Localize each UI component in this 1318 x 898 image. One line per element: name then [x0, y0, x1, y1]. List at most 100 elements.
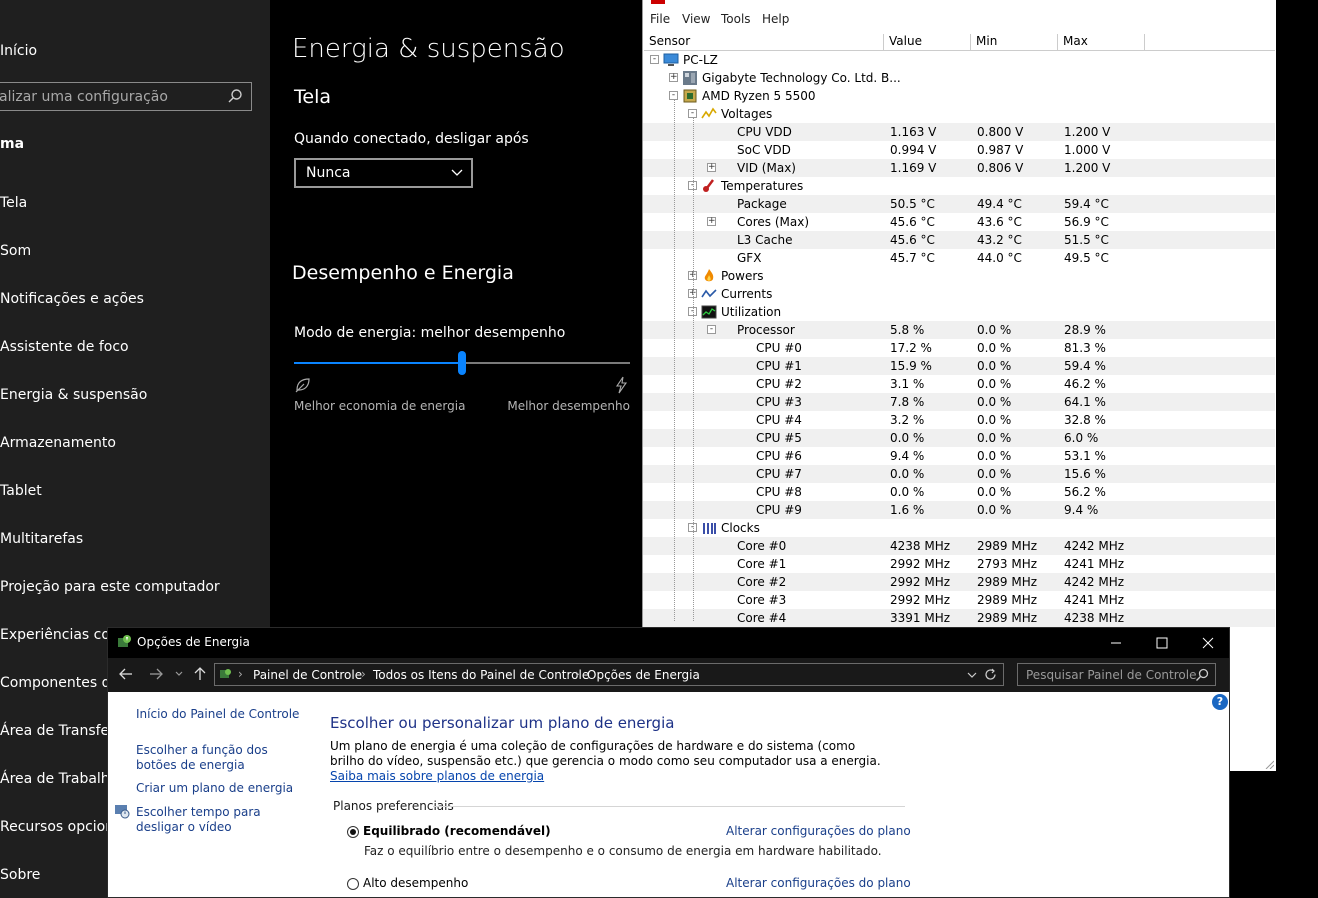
menu-help[interactable]: Help: [762, 12, 789, 26]
sensor-row-package[interactable]: Package 50.5 °C 49.4 °C 59.4 °C: [643, 195, 1275, 213]
control-panel-search-input[interactable]: Pesquisar Painel de Controle: [1017, 663, 1216, 686]
sidebar-item-assistente-foco[interactable]: Assistente de foco: [0, 339, 129, 355]
screen-off-dropdown[interactable]: Nunca: [294, 158, 473, 188]
address-dropdown-icon[interactable]: [967, 670, 977, 680]
sensor-row-processor[interactable]: - Processor 5.8 % 0.0 % 28.9 %: [643, 321, 1275, 339]
sensor-row-cpu-5[interactable]: CPU #5 0.0 % 0.0 % 6.0 %: [643, 429, 1275, 447]
sidebar-item-componentes[interactable]: Componentes do: [0, 675, 119, 691]
sensor-row-core-1[interactable]: Core #1 2992 MHz 2793 MHz 4241 MHz: [643, 555, 1275, 573]
expand-icon[interactable]: +: [707, 217, 716, 226]
sensor-row-core-3[interactable]: Core #3 2992 MHz 2989 MHz 4241 MHz: [643, 591, 1275, 609]
plan-high-performance-radio[interactable]: [347, 878, 359, 890]
sidebar-item-armazenamento[interactable]: Armazenamento: [0, 435, 116, 451]
sensor-row-clocks[interactable]: - Clocks: [643, 519, 1275, 537]
minimize-icon[interactable]: [1093, 628, 1139, 658]
refresh-icon[interactable]: [984, 668, 997, 681]
sidebar-item-energia[interactable]: Energia & suspensão: [0, 387, 147, 403]
search-icon[interactable]: [1195, 668, 1209, 682]
sensor-row-pc-lz[interactable]: - PC-LZ: [643, 51, 1275, 69]
performance-section-title: Desempenho e Energia: [292, 262, 514, 284]
menu-view[interactable]: View: [682, 12, 710, 26]
collapse-icon[interactable]: -: [650, 55, 659, 64]
plan-high-performance-name[interactable]: Alto desempenho: [363, 876, 468, 890]
link-create-plan[interactable]: Criar um plano de energia: [136, 781, 293, 796]
expand-icon[interactable]: +: [707, 163, 716, 172]
sensor-row-voltages[interactable]: - Voltages: [643, 105, 1275, 123]
plan-balanced-name[interactable]: Equilibrado (recomendável): [363, 824, 551, 838]
sidebar-item-som[interactable]: Som: [0, 243, 31, 259]
sensor-row-cpu-9[interactable]: CPU #9 1.6 % 0.0 % 9.4 %: [643, 501, 1275, 519]
settings-search-input[interactable]: alizar uma configuração: [0, 82, 252, 111]
forward-arrow-icon[interactable]: [148, 666, 164, 682]
sidebar-item-area-transferencia[interactable]: Área de Transferê: [0, 723, 123, 739]
column-header-value[interactable]: Value: [884, 34, 971, 50]
link-power-buttons[interactable]: Escolher a função dos botões de energia: [136, 743, 306, 773]
sidebar-item-multitarefas[interactable]: Multitarefas: [0, 531, 83, 547]
close-icon[interactable]: [1185, 628, 1230, 658]
sidebar-item-tela[interactable]: Tela: [0, 195, 27, 211]
sensor-row-gfx[interactable]: GFX 45.7 °C 44.0 °C 49.5 °C: [643, 249, 1275, 267]
sensor-row-cpu-4[interactable]: CPU #4 3.2 % 0.0 % 32.8 %: [643, 411, 1275, 429]
column-header-max[interactable]: Max: [1058, 34, 1145, 50]
sensor-row-cpu-3[interactable]: CPU #3 7.8 % 0.0 % 64.1 %: [643, 393, 1275, 411]
sensor-row-cpu-7[interactable]: CPU #7 0.0 % 0.0 % 15.6 %: [643, 465, 1275, 483]
breadcrumb-todos-itens[interactable]: Todos os Itens do Painel de Controle: [373, 668, 589, 682]
sensor-value: 45.6 °C: [890, 233, 935, 247]
resize-grip-icon[interactable]: [1264, 759, 1274, 769]
help-icon[interactable]: ?: [1212, 694, 1228, 710]
breadcrumb-opcoes-energia[interactable]: Opções de Energia: [587, 668, 700, 682]
expand-icon[interactable]: +: [669, 73, 678, 82]
plan-balanced-radio[interactable]: [347, 826, 359, 838]
search-icon[interactable]: [227, 88, 243, 104]
column-header-min[interactable]: Min: [971, 34, 1058, 50]
sensor-row-cpu-0[interactable]: CPU #0 17.2 % 0.0 % 81.3 %: [643, 339, 1275, 357]
sensor-row-currents[interactable]: + Currents: [643, 285, 1275, 303]
sensor-name: Core #3: [737, 593, 787, 607]
sidebar-home-link[interactable]: Início: [0, 43, 37, 59]
sensor-row-utilization[interactable]: - Utilization: [643, 303, 1275, 321]
sensor-row-l3-cache[interactable]: L3 Cache 45.6 °C 43.2 °C 51.5 °C: [643, 231, 1275, 249]
sensor-row-core-0[interactable]: Core #0 4238 MHz 2989 MHz 4242 MHz: [643, 537, 1275, 555]
sensor-row-powers[interactable]: + Powers: [643, 267, 1275, 285]
sensor-row-cpu-2[interactable]: CPU #2 3.1 % 0.0 % 46.2 %: [643, 375, 1275, 393]
sensor-row-temperatures[interactable]: - Temperatures: [643, 177, 1275, 195]
column-header-sensor[interactable]: Sensor: [644, 34, 884, 50]
menu-tools[interactable]: Tools: [721, 12, 751, 26]
up-arrow-icon[interactable]: [192, 666, 208, 682]
menu-file[interactable]: File: [650, 12, 670, 26]
sidebar-item-tablet[interactable]: Tablet: [0, 483, 42, 499]
link-control-panel-home[interactable]: Início do Painel de Controle: [136, 707, 299, 722]
sidebar-item-sobre[interactable]: Sobre: [0, 867, 40, 883]
sensor-row-vid-max[interactable]: + VID (Max) 1.169 V 0.806 V 1.200 V: [643, 159, 1275, 177]
sensor-row-gigabyte-technology-co-ltd-b[interactable]: + Gigabyte Technology Co. Ltd. B...: [643, 69, 1275, 87]
back-arrow-icon[interactable]: [118, 666, 134, 682]
sidebar-item-area-trabalho[interactable]: Área de Trabalho: [0, 771, 118, 787]
hwmonitor-titlebar: [643, 0, 1276, 8]
address-breadcrumb[interactable]: › Painel de Controle › Todos os Itens do…: [214, 663, 1004, 686]
slider-thumb[interactable]: [458, 351, 466, 375]
power-mode-slider[interactable]: [294, 351, 630, 375]
sensor-row-core-4[interactable]: Core #4 3391 MHz 2989 MHz 4238 MHz: [643, 609, 1275, 627]
sensor-row-soc-vdd[interactable]: SoC VDD 0.994 V 0.987 V 1.000 V: [643, 141, 1275, 159]
window-titlebar[interactable]: Opções de Energia: [108, 628, 1229, 658]
breadcrumb-painel[interactable]: Painel de Controle: [253, 668, 362, 682]
sensor-row-cpu-vdd[interactable]: CPU VDD 1.163 V 0.800 V 1.200 V: [643, 123, 1275, 141]
sensor-row-cpu-8[interactable]: CPU #8 0.0 % 0.0 % 56.2 %: [643, 483, 1275, 501]
sensor-max: 1.200 V: [1064, 161, 1111, 175]
sensor-row-cpu-1[interactable]: CPU #1 15.9 % 0.0 % 59.4 %: [643, 357, 1275, 375]
plan-high-performance-change-link[interactable]: Alterar configurações do plano: [726, 876, 911, 890]
learn-more-link[interactable]: Saiba mais sobre planos de energia: [330, 769, 544, 783]
collapse-icon[interactable]: -: [707, 325, 716, 334]
sensor-name: PC-LZ: [683, 53, 718, 67]
sensor-row-core-2[interactable]: Core #2 2992 MHz 2989 MHz 4242 MHz: [643, 573, 1275, 591]
sensor-row-cpu-6[interactable]: CPU #6 9.4 % 0.0 % 53.1 %: [643, 447, 1275, 465]
sensor-min: 2989 MHz: [977, 611, 1038, 625]
sidebar-item-notificacoes[interactable]: Notificações e ações: [0, 291, 144, 307]
maximize-icon[interactable]: [1139, 628, 1185, 658]
recent-chevron-icon[interactable]: [174, 666, 184, 682]
link-display-off-time[interactable]: Escolher tempo para desligar o vídeo: [136, 805, 306, 835]
plan-balanced-change-link[interactable]: Alterar configurações do plano: [726, 824, 911, 838]
sensor-row-amd-ryzen-5-5500[interactable]: - AMD Ryzen 5 5500: [643, 87, 1275, 105]
sidebar-item-projecao[interactable]: Projeção para este computador: [0, 579, 220, 595]
sensor-row-cores-max[interactable]: + Cores (Max) 45.6 °C 43.6 °C 56.9 °C: [643, 213, 1275, 231]
